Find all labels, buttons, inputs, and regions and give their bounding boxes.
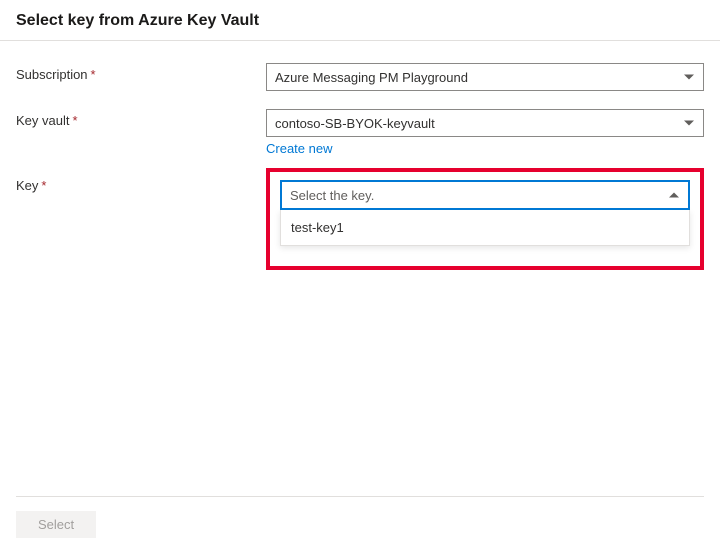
page-header: Select key from Azure Key Vault bbox=[0, 0, 720, 40]
create-new-link[interactable]: Create new bbox=[266, 141, 332, 156]
page-title: Select key from Azure Key Vault bbox=[16, 12, 704, 30]
chevron-up-icon bbox=[668, 189, 680, 201]
subscription-dropdown[interactable]: Azure Messaging PM Playground bbox=[266, 63, 704, 91]
key-dropdown[interactable]: Select the key. bbox=[280, 180, 690, 210]
subscription-value: Azure Messaging PM Playground bbox=[275, 70, 468, 85]
key-control: Select the key. test-key1 bbox=[266, 174, 704, 270]
chevron-down-icon bbox=[683, 117, 695, 129]
subscription-label-text: Subscription bbox=[16, 67, 88, 82]
key-option-test-key1[interactable]: test-key1 bbox=[281, 210, 689, 245]
form-content: Subscription* Azure Messaging PM Playgro… bbox=[0, 41, 720, 270]
key-row: Key* Select the key. test-key1 bbox=[16, 174, 704, 270]
required-indicator: * bbox=[41, 178, 46, 193]
keyvault-control: contoso-SB-BYOK-keyvault Create new bbox=[266, 109, 704, 156]
keyvault-label-text: Key vault bbox=[16, 113, 69, 128]
key-highlight-box: Select the key. test-key1 bbox=[266, 168, 704, 270]
chevron-down-icon bbox=[683, 71, 695, 83]
subscription-row: Subscription* Azure Messaging PM Playgro… bbox=[16, 63, 704, 91]
footer: Select bbox=[0, 480, 720, 554]
keyvault-row: Key vault* contoso-SB-BYOK-keyvault Crea… bbox=[16, 109, 704, 156]
key-placeholder: Select the key. bbox=[290, 188, 374, 203]
select-button[interactable]: Select bbox=[16, 511, 96, 538]
key-label-text: Key bbox=[16, 178, 38, 193]
key-label: Key* bbox=[16, 174, 266, 193]
footer-divider bbox=[16, 496, 704, 497]
keyvault-dropdown[interactable]: contoso-SB-BYOK-keyvault bbox=[266, 109, 704, 137]
required-indicator: * bbox=[91, 67, 96, 82]
key-dropdown-options: test-key1 bbox=[280, 210, 690, 246]
subscription-label: Subscription* bbox=[16, 63, 266, 82]
subscription-control: Azure Messaging PM Playground bbox=[266, 63, 704, 91]
keyvault-value: contoso-SB-BYOK-keyvault bbox=[275, 116, 435, 131]
required-indicator: * bbox=[72, 113, 77, 128]
keyvault-label: Key vault* bbox=[16, 109, 266, 128]
